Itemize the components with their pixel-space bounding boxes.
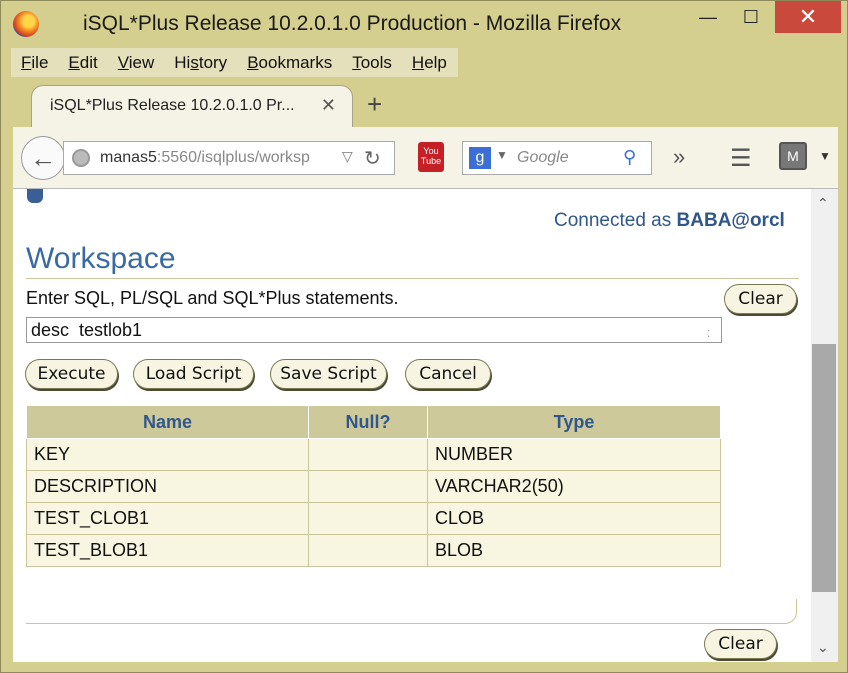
menu-tools[interactable]: Tools bbox=[342, 53, 402, 73]
describe-results-table: Name Null? Type KEY NUMBER DESCRIPTION V… bbox=[26, 405, 721, 567]
execute-button[interactable]: Execute bbox=[25, 359, 118, 389]
cell-null bbox=[308, 534, 428, 567]
firefox-logo-icon bbox=[13, 11, 39, 37]
menu-bar: File Edit View History Bookmarks Tools H… bbox=[11, 48, 458, 77]
tab-label: iSQL*Plus Release 10.2.0.1.0 Pr... bbox=[50, 97, 295, 114]
menu-history[interactable]: History bbox=[164, 53, 237, 73]
cell-name: TEST_CLOB1 bbox=[26, 502, 309, 535]
url-text: manas5:5560/isqlplus/worksp bbox=[100, 149, 310, 166]
table-row: TEST_BLOB1 BLOB bbox=[26, 534, 721, 567]
menu-hamburger-icon[interactable]: ☰ bbox=[730, 144, 752, 173]
connection-status: Connected as BABA@orcl bbox=[554, 210, 785, 231]
table-row: DESCRIPTION VARCHAR2(50) bbox=[26, 470, 721, 503]
menu-help[interactable]: Help bbox=[402, 53, 457, 73]
header-decoration bbox=[27, 189, 43, 203]
heading-divider bbox=[26, 278, 799, 279]
cell-name: TEST_BLOB1 bbox=[26, 534, 309, 567]
toolbar-overflow-icon[interactable]: » bbox=[673, 144, 685, 170]
title-bar: iSQL*Plus Release 10.2.0.1.0 Production … bbox=[1, 1, 848, 47]
load-script-button[interactable]: Load Script bbox=[133, 359, 254, 389]
clear-button-top[interactable]: Clear bbox=[724, 284, 797, 314]
resize-grip-icon[interactable]: ⁚ bbox=[707, 329, 719, 341]
column-header-type: Type bbox=[427, 405, 721, 439]
cell-type: CLOB bbox=[427, 502, 721, 535]
cell-name: KEY bbox=[26, 438, 309, 471]
youtube-icon[interactable]: You Tube bbox=[418, 142, 444, 172]
close-window-button[interactable]: ✕ bbox=[775, 1, 841, 33]
footer-decoration bbox=[773, 599, 797, 624]
table-header-row: Name Null? Type bbox=[26, 405, 721, 439]
cell-name: DESCRIPTION bbox=[26, 470, 309, 503]
browser-window: iSQL*Plus Release 10.2.0.1.0 Production … bbox=[0, 0, 848, 673]
back-arrow-icon: ← bbox=[30, 142, 56, 173]
reload-icon[interactable]: ↻ bbox=[364, 146, 381, 171]
browser-tab[interactable]: iSQL*Plus Release 10.2.0.1.0 Pr... ✕ bbox=[31, 85, 353, 127]
search-icon[interactable]: ⚲ bbox=[623, 147, 636, 168]
page-title: Workspace bbox=[26, 242, 176, 275]
page-content: Connected as BABA@orcl Workspace Enter S… bbox=[13, 189, 811, 662]
column-header-name: Name bbox=[26, 405, 309, 439]
addon-dropdown-icon[interactable]: ▼ bbox=[819, 149, 831, 163]
navigation-toolbar: ← manas5:5560/isqlplus/worksp ▽ ↻ You Tu… bbox=[13, 127, 838, 189]
menu-edit[interactable]: Edit bbox=[58, 53, 107, 73]
google-engine-icon[interactable]: g bbox=[469, 147, 491, 169]
search-engine-dropdown-icon[interactable]: ▼ bbox=[496, 148, 508, 162]
url-bar[interactable]: manas5:5560/isqlplus/worksp ▽ ↻ bbox=[63, 141, 395, 175]
footer-divider bbox=[26, 623, 781, 624]
tab-close-icon[interactable]: ✕ bbox=[321, 95, 336, 116]
cell-type: BLOB bbox=[427, 534, 721, 567]
scrollbar-thumb[interactable] bbox=[812, 344, 836, 592]
url-history-dropdown-icon[interactable]: ▽ bbox=[342, 148, 353, 165]
window-title: iSQL*Plus Release 10.2.0.1.0 Production … bbox=[83, 12, 622, 35]
table-row: KEY NUMBER bbox=[26, 438, 721, 471]
column-header-null: Null? bbox=[308, 405, 428, 439]
menu-file[interactable]: File bbox=[11, 53, 58, 73]
cell-type: VARCHAR2(50) bbox=[427, 470, 721, 503]
menu-view[interactable]: View bbox=[108, 53, 165, 73]
sql-input[interactable]: desc testlob1 bbox=[26, 317, 722, 343]
menu-bookmarks[interactable]: Bookmarks bbox=[237, 53, 342, 73]
search-bar[interactable]: g ▼ Google ⚲ bbox=[462, 141, 652, 175]
cell-null bbox=[308, 502, 428, 535]
addon-shield-icon[interactable]: M bbox=[779, 142, 807, 170]
minimize-button[interactable]: — bbox=[685, 1, 731, 33]
scroll-down-icon[interactable]: ⌄ bbox=[817, 639, 829, 656]
maximize-button[interactable]: ☐ bbox=[728, 1, 774, 33]
clear-button-bottom[interactable]: Clear bbox=[704, 629, 777, 659]
new-tab-button[interactable]: + bbox=[367, 89, 382, 120]
cell-null bbox=[308, 438, 428, 471]
back-button[interactable]: ← bbox=[21, 136, 65, 180]
instructions-label: Enter SQL, PL/SQL and SQL*Plus statement… bbox=[26, 288, 399, 308]
vertical-scrollbar[interactable]: ⌃ ⌄ bbox=[811, 189, 838, 662]
search-input[interactable]: Google bbox=[517, 149, 569, 167]
cell-type: NUMBER bbox=[427, 438, 721, 471]
scroll-up-icon[interactable]: ⌃ bbox=[817, 195, 829, 212]
save-script-button[interactable]: Save Script bbox=[270, 359, 387, 389]
cancel-button[interactable]: Cancel bbox=[405, 359, 491, 389]
cell-null bbox=[308, 470, 428, 503]
site-identity-icon[interactable] bbox=[72, 149, 90, 167]
table-row: TEST_CLOB1 CLOB bbox=[26, 502, 721, 535]
